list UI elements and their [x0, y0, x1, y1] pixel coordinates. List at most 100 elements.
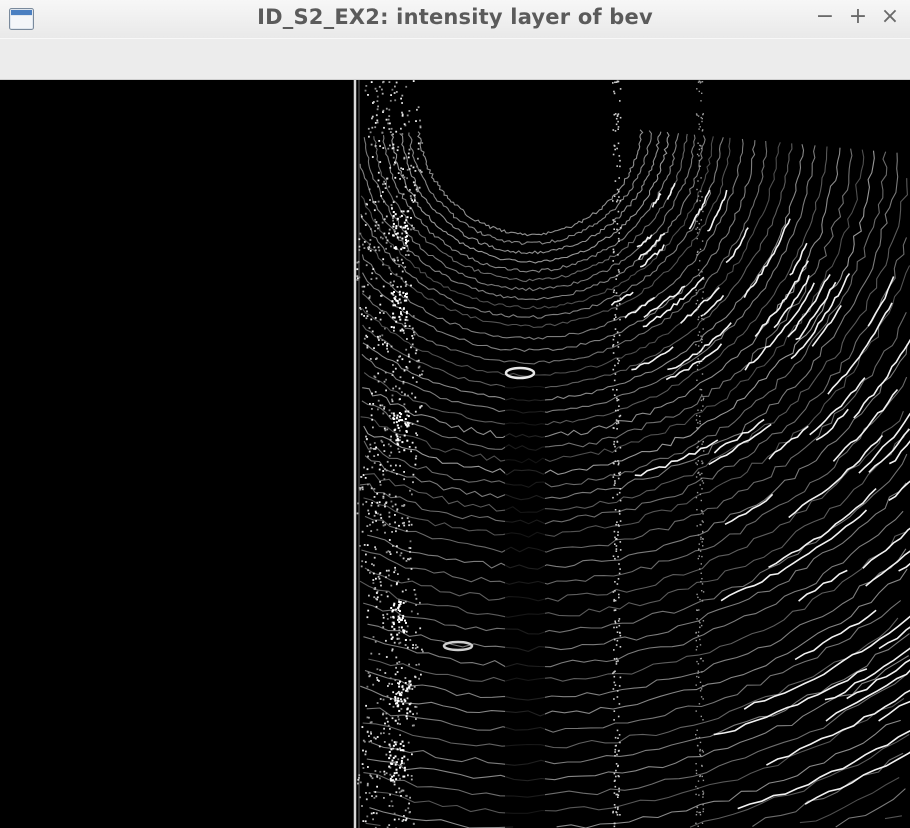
point: [389, 122, 391, 125]
point: [380, 294, 383, 297]
point: [401, 740, 404, 743]
point: [390, 273, 392, 275]
point: [696, 491, 699, 494]
point: [379, 464, 382, 466]
point: [397, 619, 399, 621]
point: [399, 376, 402, 379]
point: [409, 683, 412, 686]
point: [375, 812, 378, 815]
point: [370, 504, 373, 507]
point: [401, 617, 404, 619]
point: [361, 530, 364, 533]
point: [392, 387, 395, 390]
point: [702, 314, 704, 316]
minimize-button[interactable]: −: [813, 4, 837, 30]
point: [376, 596, 379, 599]
point: [405, 283, 408, 286]
point: [697, 787, 699, 790]
point: [696, 618, 698, 620]
point: [377, 344, 380, 346]
point: [395, 81, 398, 84]
point: [405, 310, 408, 313]
point: [702, 113, 704, 115]
point: [700, 190, 702, 193]
point: [701, 822, 704, 824]
point: [698, 80, 700, 82]
point: [617, 808, 619, 810]
point: [702, 482, 705, 484]
point: [619, 634, 622, 637]
point: [366, 616, 369, 619]
point: [376, 528, 379, 531]
point: [699, 644, 702, 646]
point: [389, 745, 392, 748]
point: [386, 428, 389, 431]
point: [614, 590, 616, 592]
point: [409, 710, 412, 713]
point: [695, 462, 697, 464]
point: [696, 153, 699, 156]
point: [382, 81, 384, 84]
point: [402, 291, 405, 294]
point: [397, 697, 400, 700]
point: [401, 441, 404, 444]
point: [700, 538, 702, 540]
maximize-button[interactable]: +: [846, 4, 870, 30]
point: [386, 695, 389, 698]
point: [391, 717, 394, 720]
close-button[interactable]: ×: [878, 4, 902, 30]
point: [379, 303, 382, 306]
point: [701, 578, 703, 580]
point: [396, 699, 399, 702]
point: [696, 237, 698, 240]
point: [361, 285, 364, 288]
point: [380, 732, 382, 735]
point: [400, 312, 402, 315]
point: [391, 398, 393, 401]
point: [382, 312, 385, 314]
point: [376, 501, 379, 504]
point: [399, 777, 401, 780]
point: [614, 755, 616, 757]
title-bar[interactable]: ID_S2_EX2: intensity layer of bev − + ×: [0, 0, 910, 38]
scan-ring: [364, 548, 907, 701]
point: [356, 268, 359, 271]
point: [393, 571, 396, 574]
image-view[interactable]: [0, 80, 910, 828]
point: [369, 249, 372, 252]
point: [370, 414, 373, 417]
point: [405, 819, 407, 822]
point: [402, 557, 405, 560]
point: [382, 285, 385, 288]
point: [702, 545, 704, 547]
point: [393, 818, 396, 821]
point: [617, 555, 619, 558]
point: [366, 784, 369, 787]
point: [702, 698, 704, 700]
point: [385, 389, 387, 392]
point: [366, 203, 368, 206]
point: [615, 769, 617, 772]
point: [395, 433, 398, 436]
point: [376, 121, 379, 124]
point: [617, 128, 619, 130]
point: [618, 703, 621, 705]
point: [618, 334, 621, 337]
point: [413, 333, 416, 336]
point: [379, 572, 382, 574]
point: [700, 409, 702, 412]
point: [358, 774, 361, 777]
point: [370, 530, 373, 532]
point: [401, 94, 404, 97]
point: [366, 815, 369, 818]
point: [397, 573, 399, 575]
point: [702, 531, 704, 533]
point: [417, 148, 420, 150]
point: [406, 338, 408, 340]
point: [394, 699, 397, 702]
point: [398, 791, 401, 794]
point: [383, 727, 385, 730]
point: [383, 200, 385, 203]
point: [377, 408, 379, 411]
point: [395, 320, 398, 323]
